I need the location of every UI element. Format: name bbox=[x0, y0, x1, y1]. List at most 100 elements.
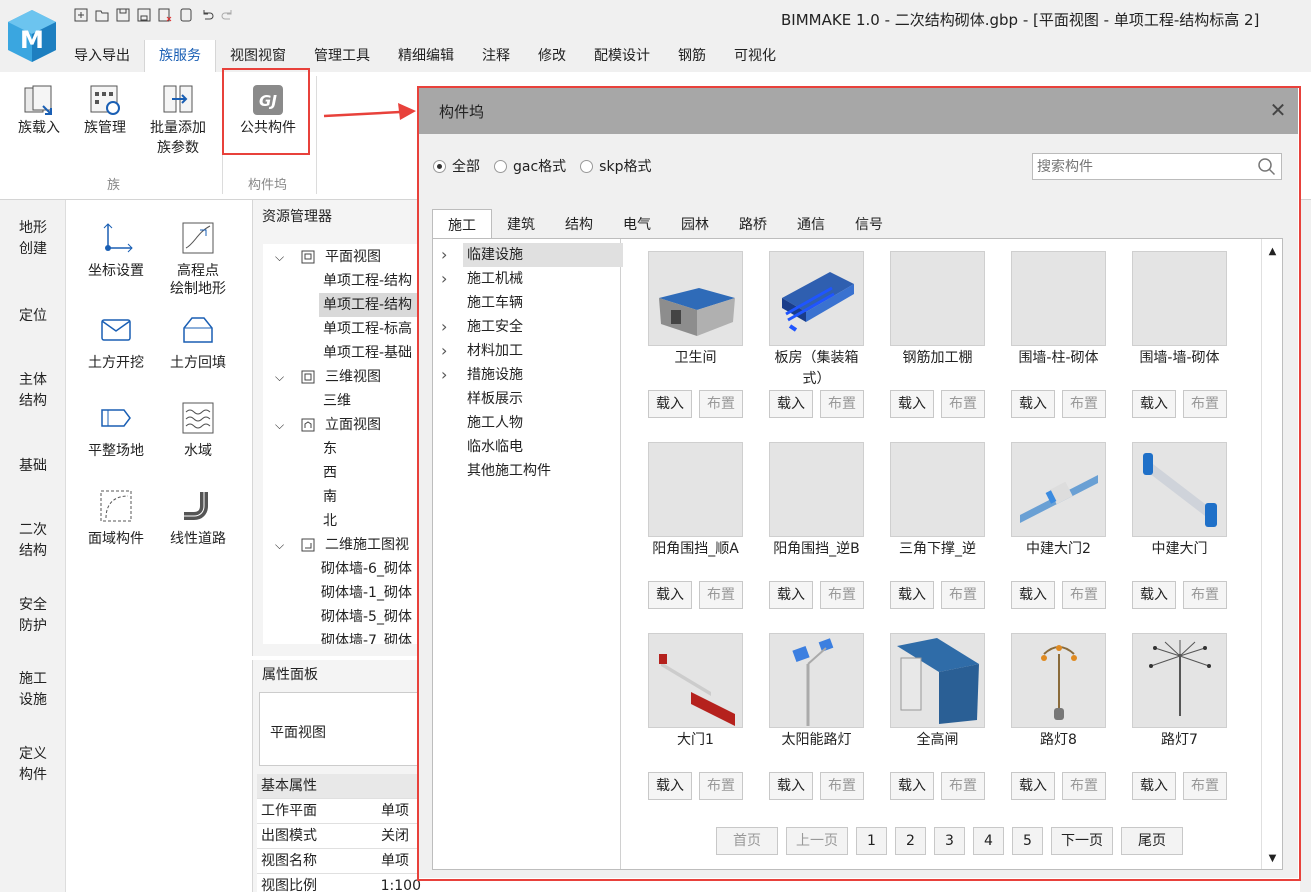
tree-node-elevation-view[interactable]: 立面视图 bbox=[325, 413, 381, 437]
subcategory-item[interactable]: › 措施设施 bbox=[433, 363, 621, 387]
component-card[interactable]: 大门1 载入 布置 bbox=[648, 633, 743, 800]
place-button[interactable]: 布置 bbox=[820, 772, 864, 800]
tab-construction[interactable]: 施工 bbox=[432, 209, 492, 239]
chevron-right-icon[interactable]: › bbox=[441, 315, 447, 339]
chevron-down-icon[interactable]: ⌵ bbox=[275, 418, 284, 433]
component-thumbnail[interactable] bbox=[1132, 633, 1227, 728]
load-button[interactable]: 载入 bbox=[648, 772, 692, 800]
component-thumbnail[interactable] bbox=[1132, 251, 1227, 346]
blank-doc-icon[interactable] bbox=[177, 6, 195, 24]
place-button[interactable]: 布置 bbox=[941, 581, 985, 609]
chevron-right-icon[interactable]: › bbox=[441, 339, 447, 363]
tab-electrical[interactable]: 电气 bbox=[608, 209, 666, 239]
subcategory-item[interactable]: 施工车辆 bbox=[433, 291, 621, 315]
menu-import-export[interactable]: 导入导出 bbox=[60, 40, 144, 72]
subcategory-item[interactable]: 其他施工构件 bbox=[433, 459, 621, 483]
level-site-tool[interactable]: 平整场地 bbox=[76, 398, 156, 460]
vtab-safety[interactable]: 安全 防护 bbox=[0, 595, 66, 637]
load-button[interactable]: 载入 bbox=[769, 772, 813, 800]
property-row[interactable]: 视图比例 1:100 bbox=[257, 874, 421, 892]
radio-gac[interactable]: gac格式 bbox=[494, 156, 566, 176]
component-thumbnail[interactable] bbox=[890, 251, 985, 346]
tree-item[interactable]: 北 bbox=[323, 509, 337, 533]
component-card[interactable]: 路灯8 载入 布置 bbox=[1011, 633, 1106, 800]
load-button[interactable]: 载入 bbox=[1132, 390, 1176, 418]
load-button[interactable]: 载入 bbox=[890, 390, 934, 418]
component-card[interactable]: 围墙-柱-砌体 载入 布置 bbox=[1011, 251, 1106, 418]
chevron-right-icon[interactable]: › bbox=[441, 267, 447, 291]
subcategory-item[interactable]: › 材料加工 bbox=[433, 339, 621, 363]
menu-family-service[interactable]: 族服务 bbox=[144, 40, 216, 72]
subcategory-item[interactable]: 施工人物 bbox=[433, 411, 621, 435]
load-button[interactable]: 载入 bbox=[890, 772, 934, 800]
vtab-construction-facilities[interactable]: 施工 设施 bbox=[0, 669, 66, 711]
tree-node-plan-view[interactable]: 平面视图 bbox=[325, 245, 381, 269]
place-button[interactable]: 布置 bbox=[1183, 390, 1227, 418]
tree-item[interactable]: 砌体墙-6_砌体 bbox=[321, 557, 412, 581]
first-page-button[interactable]: 首页 bbox=[716, 827, 778, 855]
search-input[interactable] bbox=[1037, 158, 1257, 175]
component-thumbnail[interactable] bbox=[648, 633, 743, 728]
page-3-button[interactable]: 3 bbox=[934, 827, 965, 855]
component-card[interactable]: 中建大门2 载入 布置 bbox=[1011, 442, 1106, 609]
subcategory-item[interactable]: › 施工安全 bbox=[433, 315, 621, 339]
vtab-terrain[interactable]: 地形 创建 bbox=[0, 218, 66, 260]
tab-signal[interactable]: 信号 bbox=[840, 209, 898, 239]
property-row[interactable]: 工作平面 单项 bbox=[257, 799, 421, 824]
tree-item[interactable]: 砌体墙-5_砌体 bbox=[321, 605, 412, 629]
radio-skp[interactable]: skp格式 bbox=[580, 156, 651, 176]
app-logo-icon[interactable]: M bbox=[6, 8, 58, 64]
chevron-down-icon[interactable]: ⌵ bbox=[275, 538, 284, 553]
redo-icon[interactable] bbox=[219, 6, 237, 24]
tab-road-bridge[interactable]: 路桥 bbox=[724, 209, 782, 239]
load-button[interactable]: 载入 bbox=[1011, 390, 1055, 418]
component-thumbnail[interactable] bbox=[890, 633, 985, 728]
next-page-button[interactable]: 下一页 bbox=[1051, 827, 1113, 855]
coord-setting-tool[interactable]: 坐标设置 bbox=[76, 218, 156, 280]
close-file-icon[interactable] bbox=[156, 6, 174, 24]
tree-item[interactable]: 单项工程-标高 bbox=[321, 317, 412, 341]
load-button[interactable]: 载入 bbox=[648, 581, 692, 609]
earth-backfill-tool[interactable]: 土方回填 bbox=[158, 310, 238, 372]
menu-annotate[interactable]: 注释 bbox=[468, 40, 524, 72]
property-row[interactable]: 出图模式 关闭 bbox=[257, 824, 421, 849]
tree-item[interactable]: 单项工程-基础 bbox=[321, 341, 412, 365]
chevron-down-icon[interactable]: ⌵ bbox=[275, 250, 284, 265]
place-button[interactable]: 布置 bbox=[1183, 581, 1227, 609]
properties-view-type[interactable]: 平面视图 bbox=[259, 692, 421, 766]
tree-item[interactable]: 南 bbox=[323, 485, 337, 509]
load-button[interactable]: 载入 bbox=[1132, 581, 1176, 609]
save-as-icon[interactable] bbox=[135, 6, 153, 24]
place-button[interactable]: 布置 bbox=[1062, 772, 1106, 800]
menu-formwork-design[interactable]: 配模设计 bbox=[580, 40, 664, 72]
place-button[interactable]: 布置 bbox=[820, 390, 864, 418]
properties-group-header[interactable]: 基本属性 bbox=[257, 774, 421, 799]
tree-item[interactable]: 砌体墙-7_砌体 bbox=[321, 629, 412, 644]
last-page-button[interactable]: 尾页 bbox=[1121, 827, 1183, 855]
place-button[interactable]: 布置 bbox=[1062, 390, 1106, 418]
tree-item[interactable]: 三维 bbox=[323, 389, 351, 413]
load-button[interactable]: 载入 bbox=[648, 390, 692, 418]
component-thumbnail[interactable] bbox=[1132, 442, 1227, 537]
place-button[interactable]: 布置 bbox=[1062, 581, 1106, 609]
page-5-button[interactable]: 5 bbox=[1012, 827, 1043, 855]
vtab-define-component[interactable]: 定义 构件 bbox=[0, 744, 66, 786]
component-card[interactable]: 阳角围挡_逆B 载入 布置 bbox=[769, 442, 864, 609]
subcategory-item[interactable]: 临水临电 bbox=[433, 435, 621, 459]
undo-icon[interactable] bbox=[198, 6, 216, 24]
component-card[interactable]: 路灯7 载入 布置 bbox=[1132, 633, 1227, 800]
prev-page-button[interactable]: 上一页 bbox=[786, 827, 848, 855]
component-card[interactable]: 全高闸 载入 布置 bbox=[890, 633, 985, 800]
menu-rebar[interactable]: 钢筋 bbox=[664, 40, 720, 72]
tab-telecom[interactable]: 通信 bbox=[782, 209, 840, 239]
place-button[interactable]: 布置 bbox=[699, 390, 743, 418]
subcategory-item[interactable]: 样板展示 bbox=[433, 387, 621, 411]
menu-fine-edit[interactable]: 精细编辑 bbox=[384, 40, 468, 72]
component-card[interactable]: 太阳能路灯 载入 布置 bbox=[769, 633, 864, 800]
component-card[interactable]: 板房（集装箱式） 载入 布置 bbox=[769, 251, 864, 418]
vtab-main-structure[interactable]: 主体 结构 bbox=[0, 370, 66, 412]
vtab-position[interactable]: 定位 bbox=[0, 306, 66, 327]
water-area-tool[interactable]: 水域 bbox=[158, 398, 238, 460]
tab-structure[interactable]: 结构 bbox=[550, 209, 608, 239]
chevron-right-icon[interactable]: › bbox=[441, 243, 447, 267]
